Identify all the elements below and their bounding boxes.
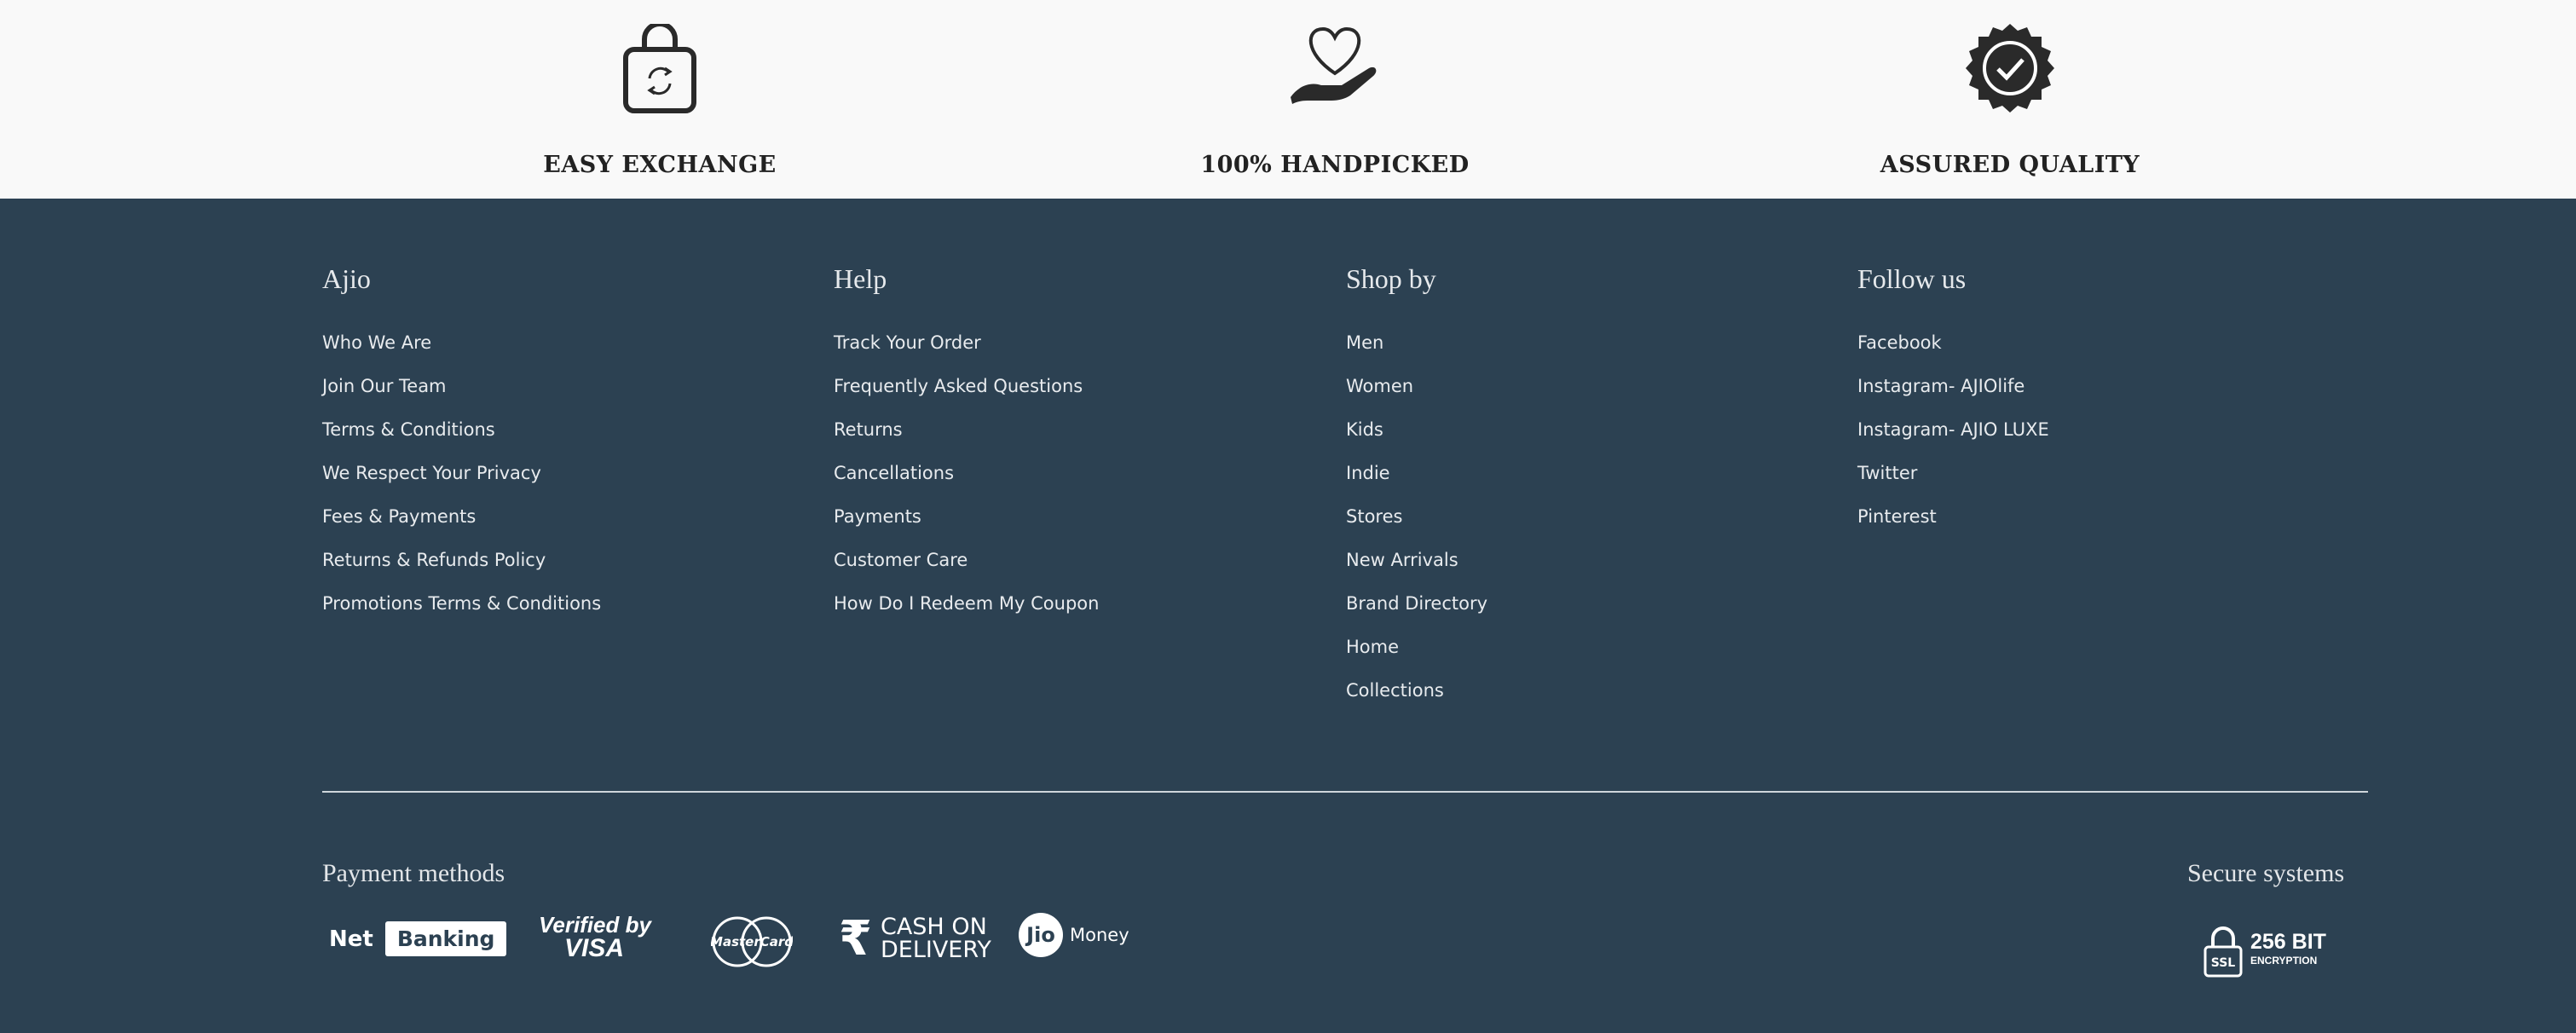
footer-link[interactable]: Frequently Asked Questions [834,376,1099,419]
footer-link[interactable]: New Arrivals [1346,550,1487,593]
link-list: Track Your Order Frequently Asked Questi… [834,332,1099,637]
bit-text: 256 BIT [2250,930,2326,954]
footer-link[interactable]: Men [1346,332,1487,376]
footer-link[interactable]: Instagram- AJIO LUXE [1857,419,2049,463]
heart-in-hand-icon [1291,26,1377,104]
ssl-encryption-badge: SSL 256 BIT ENCRYPTION [2203,925,2326,978]
footer-link[interactable]: Home [1346,637,1487,680]
footer-link[interactable]: Kids [1346,419,1487,463]
footer-link[interactable]: Who We Are [322,332,601,376]
features-strip: EASY EXCHANGE 100% HANDPICKED ASSURED QU… [0,0,2576,199]
shopping-bag-exchange-icon [623,24,696,113]
feature-handpicked: 100% HANDPICKED [1079,0,1591,199]
footer-link[interactable]: Cancellations [834,463,1099,506]
feature-label: EASY EXCHANGE [543,152,777,178]
cod-line2: DELIVERY [880,937,991,963]
footer-link[interactable]: Returns & Refunds Policy [322,550,601,593]
encryption-text: ENCRYPTION [2250,955,2318,967]
column-title: Follow us [1857,263,1967,294]
net-text: Net [329,926,373,952]
mastercard-logo: MasterCard [711,916,793,967]
footer-link[interactable]: Collections [1346,680,1487,724]
footer-column-help: Help Track Your Order Frequently Asked Q… [834,263,1099,637]
quality-badge-icon [1966,24,2054,113]
footer-link[interactable]: Indie [1346,463,1487,506]
footer-link[interactable]: Customer Care [834,550,1099,593]
footer-link[interactable]: Facebook [1857,332,2049,376]
footer-link[interactable]: Track Your Order [834,332,1099,376]
footer-column-shop-by: Shop by Men Women Kids Indie Stores New … [1346,263,1487,724]
feature-assured-quality: ASSURED QUALITY [1754,0,2266,199]
jio-badge: Jio [1019,913,1063,957]
feature-label: 100% HANDPICKED [1200,152,1470,178]
link-list: Facebook Instagram- AJIOlife Instagram- … [1857,332,2049,550]
link-list: Who We Are Join Our Team Terms & Conditi… [322,332,601,637]
payment-methods-title: Payment methods [322,859,505,887]
column-title: Shop by [1346,263,1436,294]
footer-link[interactable]: Join Our Team [322,376,601,419]
footer-link[interactable]: Promotions Terms & Conditions [322,593,601,637]
jio-money-logo: Jio Money [1019,913,1129,957]
footer-divider [322,791,2368,793]
net-banking-logo: Net Banking [329,921,507,956]
footer-link[interactable]: Pinterest [1857,506,2049,550]
cod-line1: CASH ON [880,914,987,940]
feature-label: ASSURED QUALITY [1880,152,2140,178]
footer-link[interactable]: How Do I Redeem My Coupon [834,593,1099,637]
footer-link[interactable]: Instagram- AJIOlife [1857,376,2049,419]
footer-link[interactable]: Stores [1346,506,1487,550]
footer-link[interactable]: We Respect Your Privacy [322,463,601,506]
link-list: Men Women Kids Indie Stores New Arrivals… [1346,332,1487,724]
footer-link[interactable]: Twitter [1857,463,2049,506]
padlock-icon: SSL [2203,926,2243,978]
footer-link[interactable]: Women [1346,376,1487,419]
column-title: Ajio [322,263,371,294]
site-footer: Ajio Who We Are Join Our Team Terms & Co… [0,199,2576,1033]
footer-link[interactable]: Payments [834,506,1099,550]
feature-easy-exchange: EASY EXCHANGE [404,0,915,199]
footer-link[interactable]: Fees & Payments [322,506,601,550]
rupee-icon: ₹ [839,911,872,965]
footer-link[interactable]: Brand Directory [1346,593,1487,637]
footer-column-ajio: Ajio Who We Are Join Our Team Terms & Co… [322,263,601,637]
footer-link[interactable]: Returns [834,419,1099,463]
footer-link[interactable]: Terms & Conditions [322,419,601,463]
verified-by-visa-logo: Verified by VISA [539,913,651,961]
visa-line1: Verified by [539,912,651,938]
jio-money-text: Money [1070,925,1129,945]
banking-text: Banking [384,921,507,956]
column-title: Help [834,263,887,294]
secure-systems-title: Secure systems [2187,859,2345,887]
footer-column-follow-us: Follow us Facebook Instagram- AJIOlife I… [1857,263,2049,550]
visa-line2: VISA [564,934,625,962]
mastercard-text: MasterCard [711,934,793,949]
ssl-text: SSL [2211,956,2236,970]
cash-on-delivery-logo: ₹ CASH ON DELIVERY [839,915,991,962]
